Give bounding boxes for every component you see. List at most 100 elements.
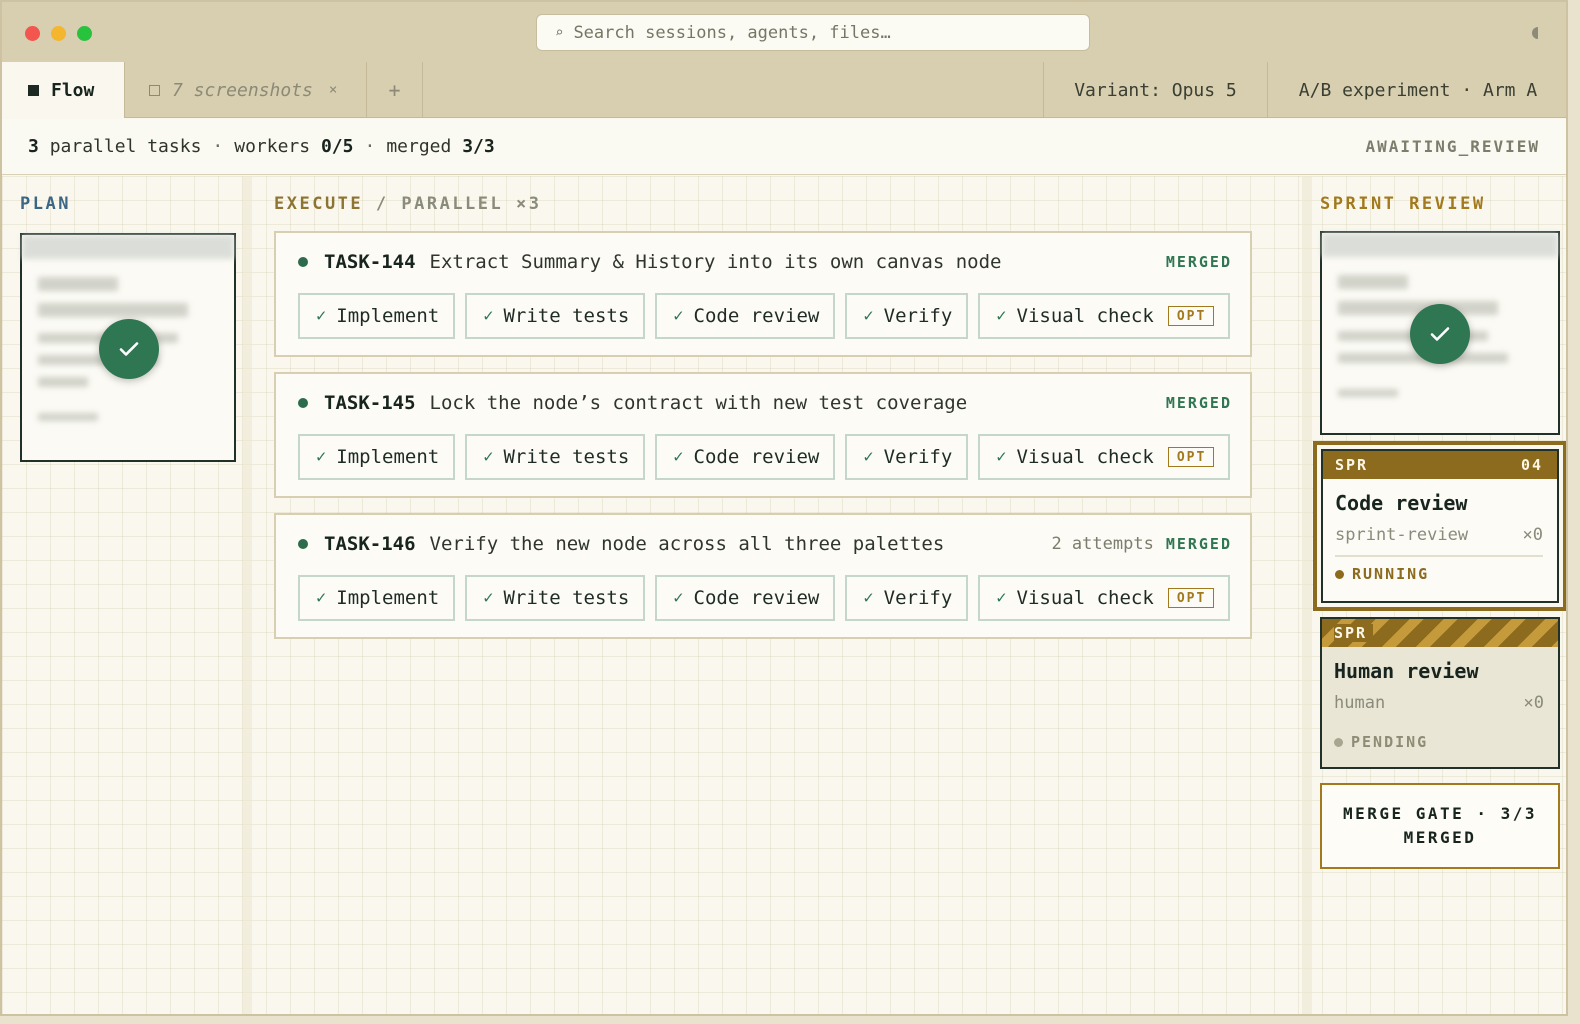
step-verify[interactable]: ✓ Verify	[845, 293, 969, 339]
task-id: TASK-144	[324, 251, 416, 273]
column-divider	[1302, 176, 1312, 1014]
node-number: 04	[1520, 456, 1543, 474]
step-implement[interactable]: ✓ Implement	[298, 434, 456, 480]
merged-value: 3/3	[462, 136, 495, 157]
step-visual-check[interactable]: ✓ Visual check OPT	[978, 434, 1231, 480]
sprint-review-column-title: SPRINT REVIEW	[1320, 194, 1486, 214]
app-window: ⌕ Search sessions, agents, files… Flow 7…	[0, 0, 1568, 1016]
step-visual-check[interactable]: ✓ Visual check OPT	[978, 575, 1231, 621]
experiment-selector[interactable]: A/B experiment · Arm A	[1268, 62, 1566, 118]
task-status-badge: MERGED	[1165, 253, 1232, 271]
close-tab-icon[interactable]: ×	[329, 82, 337, 98]
step-label: Code review	[693, 587, 820, 609]
step-write-tests[interactable]: ✓ Write tests	[465, 434, 646, 480]
check-icon: ✓	[673, 306, 684, 326]
step-label: Verify	[883, 446, 953, 468]
plan-column-title: PLAN	[20, 194, 71, 214]
task-card[interactable]: TASK-146 Verify the new node across all …	[274, 513, 1252, 639]
execute-label: EXECUTE	[274, 194, 364, 214]
step-verify[interactable]: ✓ Verify	[845, 575, 969, 621]
tab-flow[interactable]: Flow	[2, 62, 125, 118]
step-code-review[interactable]: ✓ Code review	[655, 434, 836, 480]
optional-badge: OPT	[1167, 306, 1215, 326]
check-icon: ✓	[996, 306, 1007, 326]
check-icon: ✓	[673, 588, 684, 608]
task-title: Extract Summary & History into its own c…	[429, 251, 1002, 273]
task-status-badge: MERGED	[1165, 535, 1232, 553]
completed-check-icon	[1410, 304, 1470, 364]
node-state: RUNNING	[1335, 565, 1557, 583]
step-label: Implement	[336, 446, 440, 468]
step-label: Implement	[336, 587, 440, 609]
node-agent: human	[1334, 693, 1386, 713]
human-review-node[interactable]: SPR Human review human ×0 PENDING	[1320, 617, 1560, 769]
step-label: Visual check	[1016, 446, 1154, 468]
flow-canvas[interactable]: PLAN EXECUTE / PARALLEL ×3 TASK-144 Extr…	[2, 176, 1566, 1014]
plan-node[interactable]	[20, 233, 236, 462]
check-icon: ✓	[863, 588, 874, 608]
workers-label: workers	[234, 136, 311, 157]
merge-gate-status: MERGED	[1403, 828, 1477, 847]
theme-toggle-icon[interactable]	[1532, 27, 1544, 39]
task-status-dot	[298, 398, 308, 408]
maximize-window-button[interactable]	[77, 26, 92, 41]
step-label: Visual check	[1016, 305, 1154, 327]
step-visual-check[interactable]: ✓ Visual check OPT	[978, 293, 1231, 339]
search-icon: ⌕	[555, 24, 564, 41]
node-state-label: PENDING	[1351, 733, 1429, 751]
sprint-verification-node[interactable]	[1320, 231, 1560, 435]
step-label: Verify	[883, 587, 953, 609]
check-icon: ✓	[483, 306, 494, 326]
step-write-tests[interactable]: ✓ Write tests	[465, 575, 646, 621]
check-icon: ✓	[673, 447, 684, 467]
node-count: ×0	[1523, 693, 1544, 713]
merge-gate-node[interactable]: MERGE GATE · 3/3 MERGED	[1320, 783, 1560, 869]
node-count: ×0	[1522, 525, 1543, 545]
completed-check-icon	[99, 319, 159, 379]
node-agent: sprint-review	[1335, 525, 1469, 545]
check-icon: ✓	[996, 588, 1007, 608]
task-id: TASK-145	[324, 392, 416, 414]
minimize-window-button[interactable]	[51, 26, 66, 41]
task-title: Lock the node’s contract with new test c…	[429, 392, 968, 414]
tab-screenshots[interactable]: 7 screenshots ×	[125, 62, 367, 118]
check-icon: ✓	[483, 447, 494, 467]
check-icon: ✓	[483, 588, 494, 608]
flow-square-icon	[28, 84, 39, 96]
node-title: Code review	[1335, 491, 1468, 515]
step-code-review[interactable]: ✓ Code review	[655, 293, 836, 339]
search-input[interactable]: ⌕ Search sessions, agents, files…	[536, 14, 1090, 51]
check-icon: ✓	[316, 306, 327, 326]
tab-flow-label: Flow	[51, 79, 95, 101]
close-window-button[interactable]	[25, 26, 40, 41]
node-state-label: RUNNING	[1352, 565, 1430, 583]
pending-dot-icon	[1334, 737, 1343, 747]
step-label: Verify	[883, 305, 953, 327]
step-verify[interactable]: ✓ Verify	[845, 434, 969, 480]
check-icon: ✓	[863, 306, 874, 326]
task-status-dot	[298, 539, 308, 549]
task-id: TASK-146	[324, 533, 416, 555]
tab-bar: Flow 7 screenshots × + Variant: Opus 5 A…	[2, 62, 1566, 118]
step-label: Write tests	[503, 587, 630, 609]
node-state: PENDING	[1334, 733, 1558, 751]
step-implement[interactable]: ✓ Implement	[298, 575, 456, 621]
code-review-node[interactable]: SPR 04 Code review sprint-review ×0 RUNN…	[1313, 441, 1566, 611]
variant-selector[interactable]: Variant: Opus 5	[1043, 62, 1268, 118]
task-status-badge: MERGED	[1165, 394, 1232, 412]
step-label: Code review	[693, 446, 820, 468]
flow-state-badge: AWAITING_REVIEW	[1365, 137, 1540, 156]
task-card[interactable]: TASK-145 Lock the node’s contract with n…	[274, 372, 1252, 498]
step-implement[interactable]: ✓ Implement	[298, 293, 456, 339]
optional-badge: OPT	[1167, 447, 1215, 467]
task-count-label: parallel tasks	[49, 136, 202, 157]
check-icon: ✓	[863, 447, 874, 467]
task-card[interactable]: TASK-144 Extract Summary & History into …	[274, 231, 1252, 357]
task-attempts: 2 attempts	[1051, 534, 1154, 554]
step-code-review[interactable]: ✓ Code review	[655, 575, 836, 621]
add-tab-button[interactable]: +	[367, 62, 423, 118]
node-tag: SPR	[1334, 624, 1374, 642]
node-tag: SPR	[1335, 456, 1369, 474]
step-write-tests[interactable]: ✓ Write tests	[465, 293, 646, 339]
merged-label: merged	[386, 136, 452, 157]
